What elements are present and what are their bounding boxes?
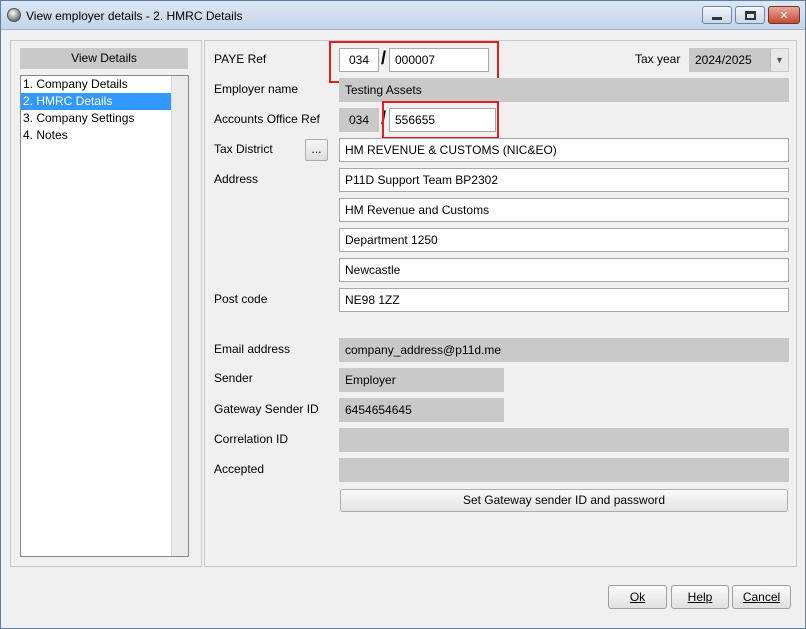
email-field: company_address@p11d.me [339, 338, 789, 362]
correlation-id-label: Correlation ID [214, 432, 289, 446]
app-icon [7, 8, 21, 22]
maximize-button[interactable] [735, 6, 765, 24]
email-label: Email address [214, 342, 291, 356]
tax-year-value: 2024/2025 [695, 53, 752, 67]
window-title: View employer details - 2. HMRC Details [26, 9, 243, 23]
sidebar-item-notes[interactable]: 4. Notes [21, 127, 171, 144]
accounts-office-ref-label: Accounts Office Ref [214, 112, 320, 126]
tax-district-field[interactable]: HM REVENUE & CUSTOMS (NIC&EO) [339, 138, 789, 162]
accounts-office-ref-number-field[interactable]: 556655 [389, 108, 496, 132]
cancel-button[interactable]: Cancel [732, 585, 791, 609]
minimize-icon [712, 16, 722, 20]
accepted-label: Accepted [214, 462, 265, 476]
employer-name-field: Testing Assets [339, 78, 789, 102]
tax-year-select[interactable]: 2024/2025 ▼ [689, 48, 789, 72]
sender-field: Employer [339, 368, 504, 392]
sidebar-item-hmrc-details[interactable]: 2. HMRC Details [21, 93, 171, 110]
hmrc-details-form: PAYE Ref 034 / 000007 Tax year 2024/2025… [204, 40, 797, 567]
tax-district-label: Tax District [214, 142, 273, 156]
cancel-button-label: Cancel [742, 590, 781, 604]
sender-label: Sender [214, 371, 253, 385]
tax-district-lookup-button[interactable]: ... [305, 139, 328, 161]
close-icon: ✕ [779, 9, 789, 22]
set-gateway-credentials-button[interactable]: Set Gateway sender ID and password [340, 489, 788, 512]
gateway-sender-id-field: 6454654645 [339, 398, 504, 422]
view-details-header: View Details [20, 48, 188, 69]
postcode-label: Post code [214, 292, 268, 306]
address-line-3-field[interactable]: Department 1250 [339, 228, 789, 252]
correlation-id-field [339, 428, 789, 452]
ok-button[interactable]: Ok [608, 585, 667, 609]
gateway-sender-id-label: Gateway Sender ID [214, 402, 319, 416]
close-button[interactable]: ✕ [768, 6, 800, 24]
address-line-1-field[interactable]: P11D Support Team BP2302 [339, 168, 789, 192]
sidebar-item-company-details[interactable]: 1. Company Details [21, 76, 171, 93]
view-details-list[interactable]: 1. Company Details 2. HMRC Details 3. Co… [20, 75, 189, 557]
accounts-office-ref-office-field: 034 [339, 108, 379, 132]
title-bar[interactable]: View employer details - 2. HMRC Details … [1, 1, 805, 30]
minimize-button[interactable] [702, 6, 732, 24]
view-details-panel: View Details 1. Company Details 2. HMRC … [10, 40, 202, 567]
maximize-icon [744, 10, 756, 20]
employer-details-window: View employer details - 2. HMRC Details … [0, 0, 806, 629]
sidebar-item-company-settings[interactable]: 3. Company Settings [21, 110, 171, 127]
paye-ref-office-field[interactable]: 034 [339, 48, 379, 72]
accepted-field [339, 458, 789, 482]
paye-ref-separator: / [381, 48, 387, 68]
employer-name-label: Employer name [214, 82, 299, 96]
paye-ref-label: PAYE Ref [214, 52, 267, 66]
postcode-field[interactable]: NE98 1ZZ [339, 288, 789, 312]
help-button-label: Help [687, 590, 713, 604]
help-button[interactable]: Help [671, 585, 729, 609]
address-line-2-field[interactable]: HM Revenue and Customs [339, 198, 789, 222]
address-line-4-field[interactable]: Newcastle [339, 258, 789, 282]
ok-button-label: Ok [629, 590, 646, 604]
paye-ref-number-field[interactable]: 000007 [389, 48, 489, 72]
chevron-down-icon[interactable]: ▼ [770, 49, 788, 71]
list-scrollbar[interactable] [171, 76, 188, 556]
address-label: Address [214, 172, 259, 186]
tax-year-label: Tax year [635, 52, 681, 66]
